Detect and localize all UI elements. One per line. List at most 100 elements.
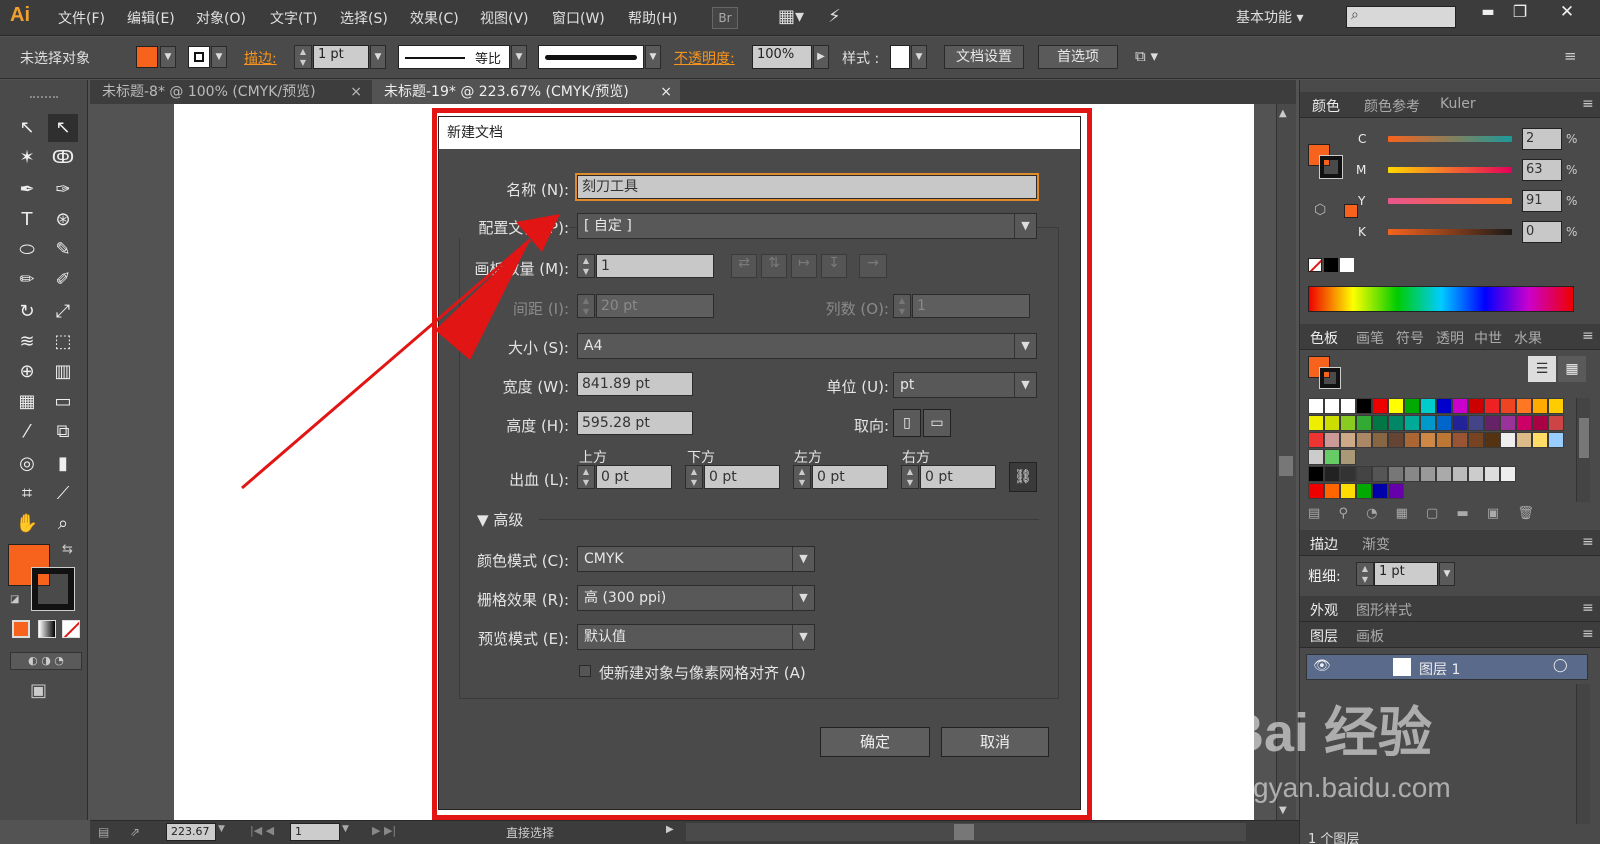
layers-scrollbar[interactable] [1576,684,1590,824]
scroll-down-icon[interactable]: ▼ [1279,805,1287,816]
gradient-mode-icon[interactable] [38,620,56,638]
swatches-scrollbar[interactable] [1576,398,1590,502]
swatch[interactable] [1340,432,1356,448]
bleed-left-stepper[interactable]: ▲ ▼ [793,465,811,489]
minimize-button[interactable]: ▬ [1475,4,1501,20]
style-swatch[interactable] [890,45,910,69]
swatch[interactable] [1468,398,1484,414]
black-color-swatch[interactable] [1324,258,1338,272]
menu-edit[interactable]: 编辑(E) [127,8,175,28]
swatch[interactable] [1436,398,1452,414]
swatch[interactable] [1308,483,1324,499]
shape-builder-tool-icon[interactable]: ⊕ [12,358,42,386]
swatch[interactable] [1452,398,1468,414]
swatch[interactable] [1452,415,1468,431]
swap-colors-icon[interactable]: ⇆ [62,542,73,557]
warp-tool-icon[interactable]: ≋ [12,328,42,356]
panel-menu-icon[interactable]: ≡ [1564,47,1577,65]
swatch[interactable] [1452,432,1468,448]
target-circle-icon[interactable]: ◯ [1553,658,1568,673]
fill-dropdown-chevron-down-icon[interactable]: ▼ [160,46,176,68]
swatch[interactable] [1420,398,1436,414]
layout-direction-icon[interactable]: → [859,254,887,278]
color-panel-stroke-swatch[interactable] [1319,155,1343,179]
cmyk-k-slider[interactable] [1388,229,1512,235]
cmyk-k-input[interactable]: 0 [1522,221,1562,243]
swatch[interactable] [1324,466,1340,482]
swatch[interactable] [1404,398,1420,414]
zoom-chevron-down-icon[interactable]: ▼ [218,824,225,834]
swatch[interactable] [1420,466,1436,482]
swatch[interactable] [1324,449,1340,465]
bleed-right-input[interactable]: 0 pt [920,465,996,489]
free-transform-tool-icon[interactable]: ⬚ [48,328,78,356]
slice-tool-icon[interactable]: ⟋ [48,480,78,508]
menu-object[interactable]: 对象(O) [196,8,246,28]
tab-document-19[interactable]: 未标题-19* @ 223.67% (CMYK/预览) × [372,80,680,104]
swatch[interactable] [1484,432,1500,448]
mesh-tool-icon[interactable]: ▦ [12,388,42,416]
column-graph-tool-icon[interactable]: ▮ [48,450,78,478]
artboards-input[interactable]: 1 [596,254,714,278]
panel-menu-icon[interactable]: ≡ [1582,626,1594,642]
layer-name[interactable]: 图层 1 [1419,659,1460,679]
panel-menu-icon[interactable]: ≡ [1582,328,1594,344]
swatch[interactable] [1356,466,1372,482]
magic-wand-tool-icon[interactable]: ✶ [12,144,42,172]
artboard-chevron-down-icon[interactable]: ▼ [342,824,349,834]
panel-menu-icon[interactable]: ≡ [1582,600,1594,616]
align-options-icon[interactable]: ⧉ ▾ [1135,47,1158,65]
swatch-library-icon[interactable]: ▤ [1308,506,1320,521]
swatch-kind-icon[interactable]: ⚲ [1338,506,1348,521]
swatch[interactable] [1516,415,1532,431]
swatch[interactable] [1404,466,1420,482]
swatch[interactable] [1356,398,1372,414]
tab-symbols[interactable]: 符号 [1396,328,1424,348]
panel-menu-icon[interactable]: ≡ [1582,534,1594,550]
tab-swatches[interactable]: 色板 [1310,328,1338,348]
tab-gradient[interactable]: 渐变 [1362,534,1390,554]
grid-by-column-icon[interactable]: ⇅ [761,254,787,278]
tab-kuler[interactable]: Kuler [1440,96,1476,112]
tab-swatch-library-fruit[interactable]: 水果 [1514,328,1542,348]
hand-tool-icon[interactable]: ✋ [12,510,42,538]
menu-type[interactable]: 文字(T) [270,8,317,28]
tab-transparency[interactable]: 透明 [1436,328,1464,348]
stroke-swatch[interactable] [188,46,210,68]
stroke-label[interactable]: 描边: [244,48,277,68]
color-group-icon[interactable]: ▦ [1396,506,1408,521]
tab-swatch-library-medieval[interactable]: 中世 [1474,328,1502,348]
swatch[interactable] [1500,466,1516,482]
swatch[interactable] [1356,415,1372,431]
tab-document-8[interactable]: 未标题-8* @ 100% (CMYK/预览) × [90,80,370,104]
stroke-weight-input[interactable]: 1 pt [1374,562,1438,586]
swatch[interactable] [1372,483,1388,499]
style-chevron-down-icon[interactable]: ▼ [911,45,927,69]
swatch[interactable] [1388,432,1404,448]
swatch[interactable] [1340,466,1356,482]
list-view-icon[interactable]: ☰ [1528,356,1556,382]
pencil-tool-icon[interactable]: ✏ [12,266,42,294]
swatch[interactable] [1548,415,1564,431]
cmyk-c-slider[interactable] [1388,136,1512,142]
swatch[interactable] [1372,415,1388,431]
profile-select[interactable]: [ 自定 ] ▼ [577,213,1037,239]
advanced-toggle[interactable]: ▼ 高级 [477,509,523,530]
stroke-color-swatch[interactable] [31,567,75,611]
none-color-swatch[interactable] [1308,258,1322,272]
scroll-thumb[interactable] [1279,456,1293,476]
swatch[interactable] [1372,432,1388,448]
swatch-panel-stroke[interactable] [1319,367,1341,389]
swatch[interactable] [1308,415,1324,431]
arrange-by-column-icon[interactable]: ↧ [821,254,847,278]
swatch[interactable] [1308,449,1324,465]
brush-chevron-down-icon[interactable]: ▼ [645,45,661,69]
swatch[interactable] [1356,483,1372,499]
artboard-number-field[interactable]: 1 [290,823,340,841]
curvature-tool-icon[interactable]: ✑ [48,176,78,204]
swatch[interactable] [1548,398,1564,414]
menu-file[interactable]: 文件(F) [58,8,105,28]
document-setup-button[interactable]: 文档设置 [944,45,1024,69]
align-pixel-grid-checkbox[interactable] [579,665,591,677]
stroke-dropdown-chevron-down-icon[interactable]: ▼ [211,46,227,68]
